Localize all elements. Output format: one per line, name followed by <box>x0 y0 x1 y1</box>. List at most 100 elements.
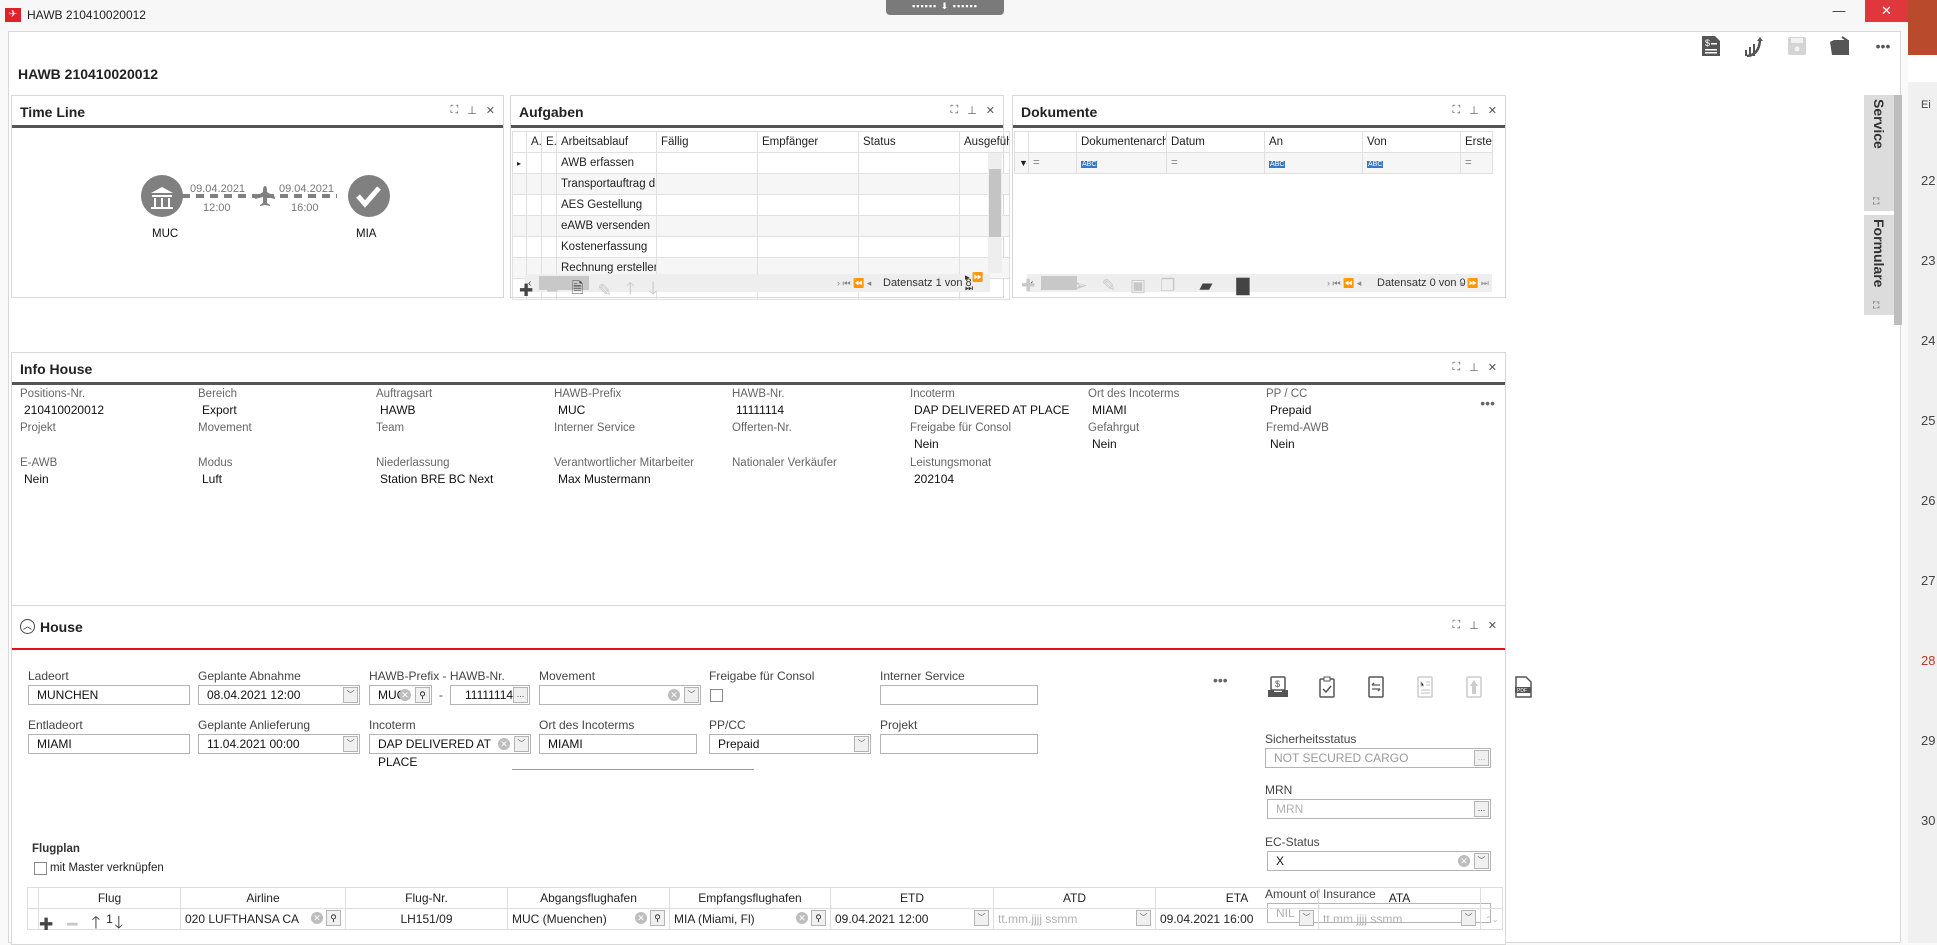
add-icon[interactable]: ✚ <box>519 281 533 301</box>
send-icon[interactable]: ➢ <box>1074 276 1088 296</box>
close-icon[interactable]: ✕ <box>1488 361 1497 374</box>
column-header[interactable]: Arbeitsablauf <box>556 131 657 153</box>
add-icon[interactable]: ✚ <box>39 915 53 935</box>
column-header[interactable]: E. <box>541 131 557 153</box>
pin-icon[interactable]: ⊥ <box>1469 361 1479 374</box>
add-icon[interactable]: ✚ <box>1021 276 1035 296</box>
filter-cell[interactable]: = <box>1028 152 1077 174</box>
maximize-icon[interactable]: ⛶ <box>1873 196 1879 207</box>
column-header[interactable]: Status <box>858 131 960 153</box>
calendar-day[interactable]: 25 <box>1921 413 1935 428</box>
table-row[interactable]: eAWB versenden <box>512 215 1010 237</box>
more-options-icon[interactable]: ••• <box>1480 395 1495 411</box>
open-folder-icon[interactable]: ▰ <box>1199 276 1212 296</box>
side-tab-service[interactable]: Service ⛶ <box>1864 95 1894 211</box>
new-document-icon[interactable]: 🗎 <box>572 278 584 303</box>
filter-cell[interactable]: = <box>1460 152 1493 174</box>
calendar-day[interactable]: 27 <box>1921 573 1935 588</box>
projekt-input[interactable] <box>880 734 1038 754</box>
filter-cell[interactable]: ABC <box>1362 152 1461 174</box>
hawb-prefix-input[interactable]: MUC ✕ ⚲ <box>369 685 432 705</box>
filter-icon[interactable]: ▼ <box>1014 152 1029 174</box>
save-icon[interactable]: ▣ <box>1130 276 1146 296</box>
maximize-icon[interactable]: ⛶ <box>1873 300 1879 311</box>
column-header[interactable]: Datum <box>1166 131 1265 153</box>
drag-handle[interactable]: ▪▪▪▪▪▪ ⬇ ▪▪▪▪▪▪ <box>886 0 1004 15</box>
abgang-cell[interactable]: MUC (Muenchen) ✕ ⚲ <box>507 908 670 930</box>
filter-cell[interactable]: ABC <box>1076 152 1167 174</box>
billing-icon[interactable]: $ <box>1700 35 1722 57</box>
maximize-icon[interactable]: ⛶ <box>950 104 958 117</box>
pin-icon[interactable]: ⊥ <box>467 104 477 117</box>
pin-icon[interactable]: ⊥ <box>967 104 977 117</box>
close-icon[interactable]: ✕ <box>486 104 495 117</box>
close-icon[interactable]: ✕ <box>1488 104 1497 117</box>
column-header[interactable]: Dokumentenarchiv <box>1076 131 1167 153</box>
side-tab-formulare[interactable]: Formulare ⛶ <box>1864 215 1894 315</box>
calendar-day[interactable]: 28 <box>1921 653 1935 668</box>
folders-icon[interactable]: ▇ <box>1236 276 1249 296</box>
master-link-checkbox[interactable] <box>34 862 47 875</box>
entladeort-input[interactable]: MIAMI <box>28 734 190 754</box>
hawb-nr-input[interactable]: 11111114… <box>450 685 530 705</box>
document-list-icon[interactable] <box>1414 676 1436 698</box>
ellipsis-button[interactable]: … <box>513 687 528 703</box>
movement-select[interactable]: ✕ ﹀ <box>539 685 701 705</box>
calendar-day[interactable]: 30 <box>1921 813 1935 828</box>
column-header[interactable]: ETD <box>830 887 994 909</box>
column-header[interactable]: Flug <box>38 887 181 909</box>
chevron-down-icon[interactable]: ﹀ <box>1461 910 1476 926</box>
minimize-button[interactable]: — <box>1822 0 1856 22</box>
save-icon[interactable] <box>1786 35 1808 57</box>
incoterm-select[interactable]: DAP DELIVERED AT PLACE ✕ ﹀ <box>369 734 531 769</box>
filter-cell[interactable]: = <box>1166 152 1265 174</box>
clear-icon[interactable]: ✕ <box>635 912 647 924</box>
search-icon[interactable]: ⚲ <box>650 910 665 926</box>
table-row[interactable]: 1 020 LUFTHANSA CA ✕ ⚲ LH151/09 MUC (Muenc… <box>27 908 1504 930</box>
move-down-icon[interactable]: 🡓 <box>114 910 123 939</box>
chart-growth-icon[interactable] <box>1743 35 1765 57</box>
search-icon[interactable]: ⚲ <box>415 687 430 703</box>
main-scrollbar[interactable] <box>1894 95 1902 325</box>
column-header[interactable]: Flug-Nr. <box>345 887 508 909</box>
column-header[interactable] <box>1028 131 1077 153</box>
airline-cell[interactable]: 020 LUFTHANSA CA ✕ ⚲ <box>180 908 346 930</box>
remove-icon[interactable]: ━ <box>67 915 77 935</box>
pager-first-icon[interactable]: › ⏮ ⏪ ◂ <box>1327 278 1361 289</box>
column-header[interactable]: ETA <box>1155 887 1319 909</box>
freigabe-consol-checkbox[interactable] <box>710 689 723 702</box>
move-up-icon[interactable]: 🡑 <box>626 276 635 305</box>
eta-cell[interactable]: 09.04.2021 16:00 ﹀ <box>1155 908 1319 930</box>
chevron-down-icon[interactable]: ﹀ <box>854 736 869 752</box>
chevron-down-icon[interactable]: ﹀ <box>684 687 699 703</box>
calendar-day[interactable]: 26 <box>1921 493 1935 508</box>
close-window-button[interactable]: ✕ <box>1865 0 1908 22</box>
remove-icon[interactable]: ━ <box>547 281 557 301</box>
column-header[interactable]: Empfänger <box>757 131 859 153</box>
flugnr-cell[interactable]: LH151/09 <box>345 908 508 930</box>
ppcc-select[interactable]: Prepaid ﹀ <box>709 734 871 754</box>
clear-icon[interactable]: ✕ <box>1458 855 1470 867</box>
table-row[interactable]: AES Gestellung <box>512 194 1010 216</box>
clear-icon[interactable]: ✕ <box>668 689 680 701</box>
ec-status-select[interactable]: X ✕ ﹀ <box>1267 851 1491 871</box>
close-icon[interactable]: ✕ <box>986 104 995 117</box>
remove-icon[interactable]: ━ <box>1049 276 1059 296</box>
geplante-abnahme-picker[interactable]: 08.04.2021 12:00 ﹀ <box>198 685 360 705</box>
etd-cell[interactable]: 09.04.2021 12:00 ﹀ <box>830 908 994 930</box>
clear-icon[interactable]: ✕ <box>498 738 510 750</box>
more-options-icon[interactable]: ••• <box>1872 35 1894 57</box>
upload-icon[interactable] <box>1463 676 1485 698</box>
maximize-icon[interactable]: ⛶ <box>1452 361 1460 374</box>
chevron-down-icon[interactable]: ﹀ <box>343 736 358 752</box>
clear-icon[interactable]: ✕ <box>796 912 808 924</box>
column-header[interactable]: ATA <box>1318 887 1481 909</box>
ata-cell[interactable]: tt.mm.jjjj ssmm ﹀ <box>1318 908 1481 930</box>
collapse-icon[interactable]: ︿ <box>20 619 35 634</box>
pager-next-icon[interactable]: ▸ ⏩ ⏭ <box>1460 278 1489 289</box>
column-header[interactable]: Empfangsflughafen <box>669 887 831 909</box>
chevron-down-icon[interactable]: ﹀ <box>1299 910 1314 926</box>
pager-first-icon[interactable]: › ⏮ ⏪ ◂ <box>837 278 871 289</box>
column-header[interactable]: ATD <box>993 887 1156 909</box>
ladeort-input[interactable]: MUNCHEN <box>28 685 190 705</box>
